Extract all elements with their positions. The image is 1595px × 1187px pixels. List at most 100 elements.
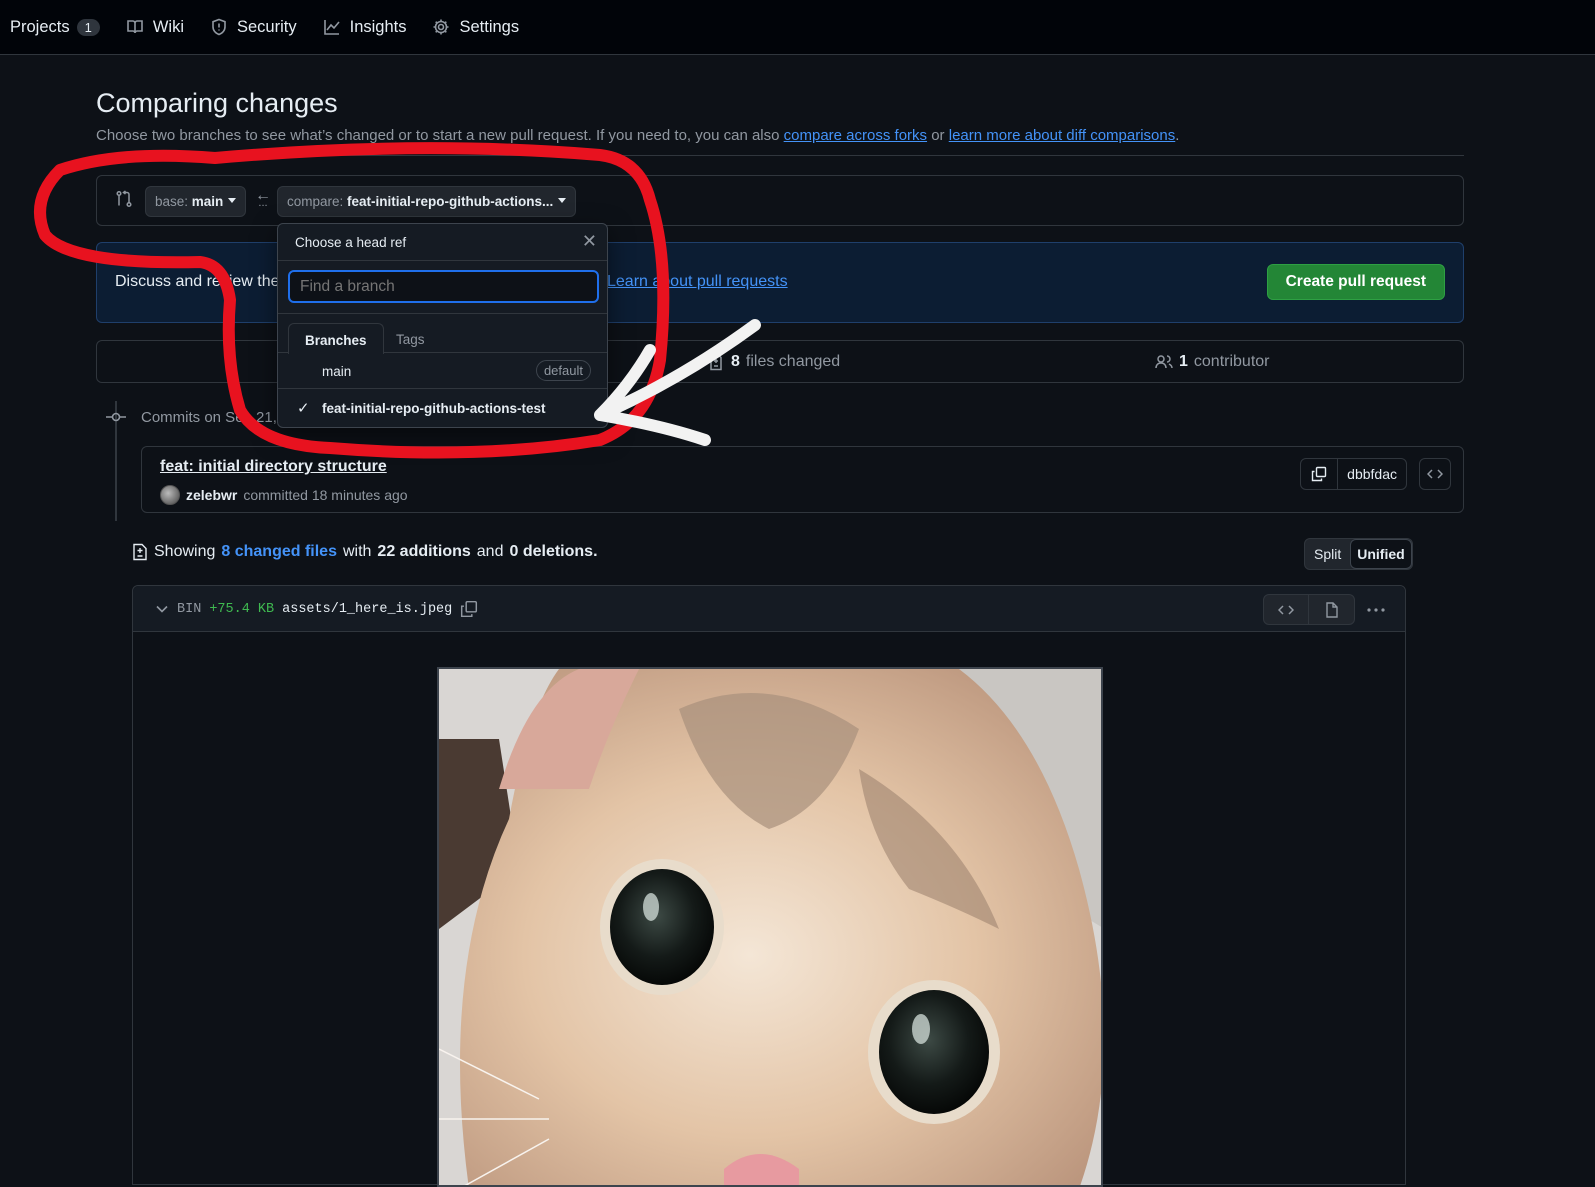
copy-icon bbox=[1311, 466, 1327, 482]
branch-name: main bbox=[322, 364, 352, 379]
browse-repo-button[interactable] bbox=[1419, 458, 1451, 490]
contributors-stat[interactable]: 1 contributor bbox=[1155, 353, 1270, 371]
nav-wiki[interactable]: Wiki bbox=[126, 18, 184, 37]
cat-photo bbox=[439, 669, 1101, 1185]
git-compare-icon bbox=[116, 190, 132, 208]
chevron-down-icon[interactable] bbox=[155, 602, 169, 616]
nav-wiki-label: Wiki bbox=[152, 17, 184, 36]
tab-branches[interactable]: Branches bbox=[288, 323, 384, 354]
menu-title: Choose a head ref bbox=[295, 235, 407, 250]
nav-security[interactable]: Security bbox=[210, 18, 297, 37]
book-icon bbox=[127, 20, 143, 34]
code-icon bbox=[1278, 604, 1294, 615]
file-diff-icon bbox=[710, 353, 722, 371]
branch-item-feat-initial-repo-github-actions-test[interactable]: ✓ feat-initial-repo-github-actions-test bbox=[278, 390, 607, 426]
copy-icon[interactable] bbox=[460, 600, 478, 618]
branch-name: feat-initial-repo-github-actions-test bbox=[322, 401, 546, 416]
and-label: and bbox=[476, 543, 504, 560]
caret-down-icon bbox=[228, 198, 237, 203]
additions-count: 22 additions bbox=[377, 543, 471, 560]
nav-projects[interactable]: Projects 1 bbox=[10, 18, 100, 37]
nav-settings[interactable]: Settings bbox=[432, 18, 519, 37]
nav-security-label: Security bbox=[237, 17, 297, 36]
nav-settings-label: Settings bbox=[459, 17, 520, 36]
file-header: BIN +75.4 KB assets/1_here_is.jpeg bbox=[133, 586, 1405, 632]
changed-files-link[interactable]: 8 changed files bbox=[221, 543, 337, 561]
compare-forks-link[interactable]: compare across forks bbox=[784, 127, 927, 144]
learn-pr-link[interactable]: Learn about pull requests bbox=[607, 273, 788, 291]
learn-diff-link[interactable]: learn more about diff comparisons bbox=[949, 127, 1176, 144]
deletions-count: 0 deletions. bbox=[509, 543, 598, 560]
file-actions bbox=[1263, 594, 1391, 625]
contributors-label: contributor bbox=[1193, 353, 1270, 370]
divider bbox=[96, 155, 1464, 156]
check-icon: ✓ bbox=[297, 400, 310, 417]
subtitle-text: Choose two branches to see what’s change… bbox=[96, 127, 784, 144]
files-label: files changed bbox=[745, 353, 841, 370]
compare-main: Comparing changes Choose two branches to… bbox=[96, 55, 1464, 1187]
commit-sha-link[interactable]: dbbfdac bbox=[1338, 459, 1406, 489]
kebab-horizontal-icon[interactable] bbox=[1361, 595, 1391, 624]
files-changed-stat[interactable]: 8 files changed bbox=[707, 353, 840, 371]
with-label: with bbox=[342, 543, 372, 560]
file-view-group bbox=[1263, 594, 1355, 625]
compare-prefix: compare: bbox=[287, 194, 348, 209]
projects-counter: 1 bbox=[76, 18, 100, 36]
commit-sha-group: dbbfdac bbox=[1300, 458, 1407, 490]
copy-sha-button[interactable] bbox=[1301, 459, 1339, 489]
menu-header: Choose a head ref ✕ bbox=[278, 224, 607, 261]
git-commit-icon bbox=[106, 412, 126, 422]
tab-tags[interactable]: Tags bbox=[380, 323, 441, 354]
caret-down-icon bbox=[558, 198, 567, 203]
commit-meta: zelebwr committed 18 minutes ago bbox=[160, 485, 408, 505]
shield-icon bbox=[212, 18, 226, 36]
binary-label: BIN bbox=[177, 601, 202, 617]
source-diff-button[interactable] bbox=[1264, 595, 1309, 624]
base-prefix: base: bbox=[155, 194, 192, 209]
branch-filter-input[interactable] bbox=[288, 270, 599, 303]
default-badge: default bbox=[535, 360, 591, 381]
file-image-preview bbox=[437, 667, 1103, 1187]
file-diff: BIN +75.4 KB assets/1_here_is.jpeg bbox=[132, 585, 1406, 1187]
page-subtitle: Choose two branches to see what’s change… bbox=[96, 127, 1179, 144]
branch-select-menu: Choose a head ref ✕ Branches Tags main d… bbox=[277, 223, 608, 428]
commit-author[interactable]: zelebwr bbox=[186, 487, 237, 503]
compare-branch-select[interactable]: compare: feat-initial-repo-github-action… bbox=[277, 186, 577, 217]
unified-view-button[interactable]: Unified bbox=[1350, 539, 1412, 569]
commit-item: feat: initial directory structure zelebw… bbox=[141, 446, 1464, 513]
base-value: main bbox=[191, 194, 224, 209]
showing-label: Showing bbox=[154, 543, 216, 560]
commit-time: committed 18 minutes ago bbox=[243, 487, 408, 503]
rich-diff-button[interactable] bbox=[1309, 595, 1354, 624]
more-dots bbox=[1367, 607, 1385, 612]
compare-value: feat-initial-repo-github-actions... bbox=[347, 194, 554, 209]
avatar[interactable] bbox=[160, 485, 180, 505]
gear-icon bbox=[433, 19, 449, 35]
menu-tabs: Branches Tags bbox=[278, 313, 607, 354]
close-icon[interactable]: ✕ bbox=[582, 231, 597, 252]
arrow-left-icon: ← ... bbox=[255, 187, 271, 209]
people-icon bbox=[1155, 355, 1173, 369]
create-pull-request-button[interactable]: Create pull request bbox=[1266, 264, 1445, 300]
base-branch-select[interactable]: base: main bbox=[145, 186, 247, 217]
code-icon bbox=[1427, 469, 1443, 479]
file-path-link[interactable]: assets/1_here_is.jpeg bbox=[282, 602, 452, 617]
subtitle-end: . bbox=[1175, 127, 1180, 144]
page-title: Comparing changes bbox=[96, 88, 338, 118]
nav-insights-label: Insights bbox=[349, 17, 407, 36]
diff-view-toggle: Split Unified bbox=[1304, 538, 1413, 570]
file-info: BIN +75.4 KB assets/1_here_is.jpeg bbox=[155, 600, 478, 618]
files-count: 8 bbox=[731, 353, 740, 370]
nav-insights[interactable]: Insights bbox=[323, 17, 407, 37]
range-editor: base: main ← ... compare: feat-initial-r… bbox=[96, 175, 1464, 226]
repo-nav: Projects 1 Wiki Security Insights Settin… bbox=[0, 0, 1595, 55]
commit-title-link[interactable]: feat: initial directory structure bbox=[160, 458, 387, 476]
file-diff-icon bbox=[133, 543, 147, 561]
file-icon bbox=[1325, 601, 1338, 618]
size-added: +75.4 KB bbox=[209, 601, 275, 617]
nav-projects-label: Projects bbox=[10, 17, 70, 36]
split-view-button[interactable]: Split bbox=[1305, 539, 1350, 569]
branch-item-main[interactable]: main default bbox=[278, 353, 607, 389]
diff-summary: Showing 8 changed files with 22 addition… bbox=[132, 543, 598, 561]
subtitle-or: or bbox=[927, 127, 949, 144]
